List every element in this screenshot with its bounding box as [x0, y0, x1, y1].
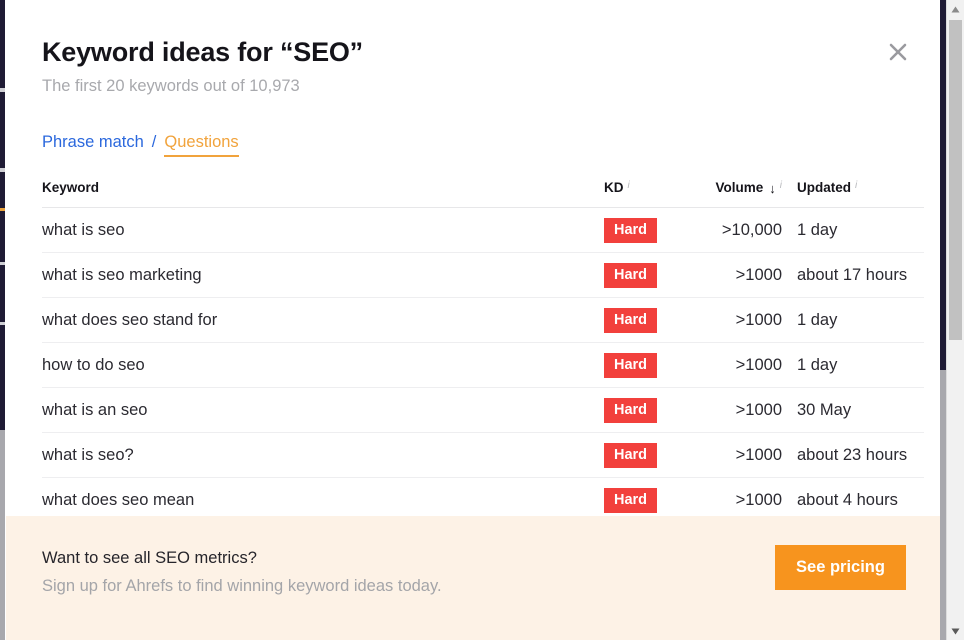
scrollbar-thumb[interactable] — [949, 20, 962, 340]
column-header-kd[interactable]: KD i — [604, 180, 692, 195]
cell-keyword[interactable]: what is seo — [42, 221, 604, 240]
modal-header: Keyword ideas for “SEO” The first 20 key… — [42, 34, 860, 97]
cell-volume: >1000 — [735, 265, 782, 284]
info-icon[interactable]: i — [780, 180, 782, 191]
upsell-text: Want to see all SEO metrics? Sign up for… — [42, 546, 442, 598]
cell-updated: 1 day — [797, 355, 838, 374]
cell-keyword[interactable]: what does seo mean — [42, 491, 604, 510]
status-badge: Hard — [604, 352, 658, 378]
sort-descending-icon[interactable]: ↓ — [769, 181, 776, 196]
cell-kd: Hard — [604, 262, 692, 288]
tab-questions[interactable]: Questions — [164, 131, 239, 157]
table-row[interactable]: how to do seo Hard >1000 1 day — [42, 343, 924, 388]
close-icon[interactable] — [882, 36, 914, 68]
cell-keyword[interactable]: what is an seo — [42, 401, 604, 420]
keyword-ideas-table: Keyword KD i Volume ↓ i Updated i what i… — [42, 168, 924, 523]
cell-kd: Hard — [604, 488, 692, 513]
background-strip-segment — [0, 168, 5, 172]
cell-updated: 30 May — [797, 400, 852, 419]
cell-kd: Hard — [604, 352, 692, 378]
status-badge: Hard — [604, 442, 658, 468]
status-badge: Hard — [604, 217, 658, 243]
background-strip-segment — [0, 262, 5, 265]
cell-kd: Hard — [604, 307, 692, 333]
background-strip-segment — [0, 88, 5, 92]
see-pricing-button[interactable]: See pricing — [775, 545, 906, 590]
cell-keyword[interactable]: what is seo? — [42, 446, 604, 465]
scroll-down-arrow-icon[interactable] — [947, 622, 964, 640]
cell-keyword[interactable]: what is seo marketing — [42, 266, 604, 285]
status-badge: Hard — [604, 307, 658, 333]
status-badge: Hard — [604, 488, 658, 513]
cell-updated: about 4 hours — [797, 491, 898, 509]
cell-kd: Hard — [604, 397, 692, 423]
cell-volume: >1000 — [735, 355, 782, 374]
cell-updated: about 23 hours — [797, 445, 908, 464]
cell-updated: 1 day — [797, 310, 838, 329]
upsell-title: Want to see all SEO metrics? — [42, 549, 257, 567]
upsell-banner: Want to see all SEO metrics? Sign up for… — [6, 516, 940, 640]
tab-phrase-match[interactable]: Phrase match — [42, 131, 144, 153]
background-gray-strip — [0, 430, 5, 640]
upsell-subtitle: Sign up for Ahrefs to find winning keywo… — [42, 577, 442, 595]
table-row[interactable]: what is seo marketing Hard >1000 about 1… — [42, 253, 924, 298]
table-row[interactable]: what does seo stand for Hard >1000 1 day — [42, 298, 924, 343]
status-badge: Hard — [604, 397, 658, 423]
scroll-up-arrow-icon[interactable] — [947, 0, 964, 18]
column-header-keyword[interactable]: Keyword — [42, 180, 604, 195]
column-header-keyword-label: Keyword — [42, 180, 100, 195]
column-header-updated[interactable]: Updated i — [782, 180, 924, 195]
match-type-tabs: Phrase match / Questions — [42, 131, 239, 157]
cell-updated: 1 day — [797, 220, 838, 239]
column-header-volume-label: Volume — [715, 180, 764, 195]
cell-volume: >1000 — [735, 445, 782, 464]
modal-subtitle: The first 20 keywords out of 10,973 — [42, 77, 300, 95]
column-header-volume[interactable]: Volume ↓ i — [692, 180, 783, 196]
cell-volume: >10,000 — [721, 220, 782, 239]
cell-updated: about 17 hours — [797, 265, 908, 284]
cell-keyword[interactable]: how to do seo — [42, 356, 604, 375]
table-row[interactable]: what is an seo Hard >1000 30 May — [42, 388, 924, 433]
table-header-row: Keyword KD i Volume ↓ i Updated i — [42, 168, 924, 208]
background-dark-strip — [0, 0, 5, 430]
info-icon[interactable]: i — [628, 180, 630, 191]
status-badge: Hard — [604, 262, 658, 288]
table-row[interactable]: what is seo Hard >10,000 1 day — [42, 208, 924, 253]
screen: Keyword ideas for “SEO” The first 20 key… — [0, 0, 964, 640]
page-title: Keyword ideas for “SEO” — [42, 37, 363, 67]
cell-volume: >1000 — [735, 310, 782, 329]
background-accent-line — [0, 208, 5, 211]
scrollbar[interactable] — [946, 0, 964, 640]
cell-kd: Hard — [604, 217, 692, 243]
column-header-updated-label: Updated — [797, 180, 851, 195]
cell-volume: >1000 — [735, 491, 782, 509]
keyword-ideas-modal: Keyword ideas for “SEO” The first 20 key… — [6, 0, 940, 640]
cell-kd: Hard — [604, 442, 692, 468]
tab-separator: / — [151, 133, 157, 151]
column-header-kd-label: KD — [604, 180, 624, 195]
cell-volume: >1000 — [735, 400, 782, 419]
info-icon[interactable]: i — [855, 180, 857, 191]
table-row[interactable]: what is seo? Hard >1000 about 23 hours — [42, 433, 924, 478]
background-strip-segment — [0, 322, 5, 325]
cell-keyword[interactable]: what does seo stand for — [42, 311, 604, 330]
